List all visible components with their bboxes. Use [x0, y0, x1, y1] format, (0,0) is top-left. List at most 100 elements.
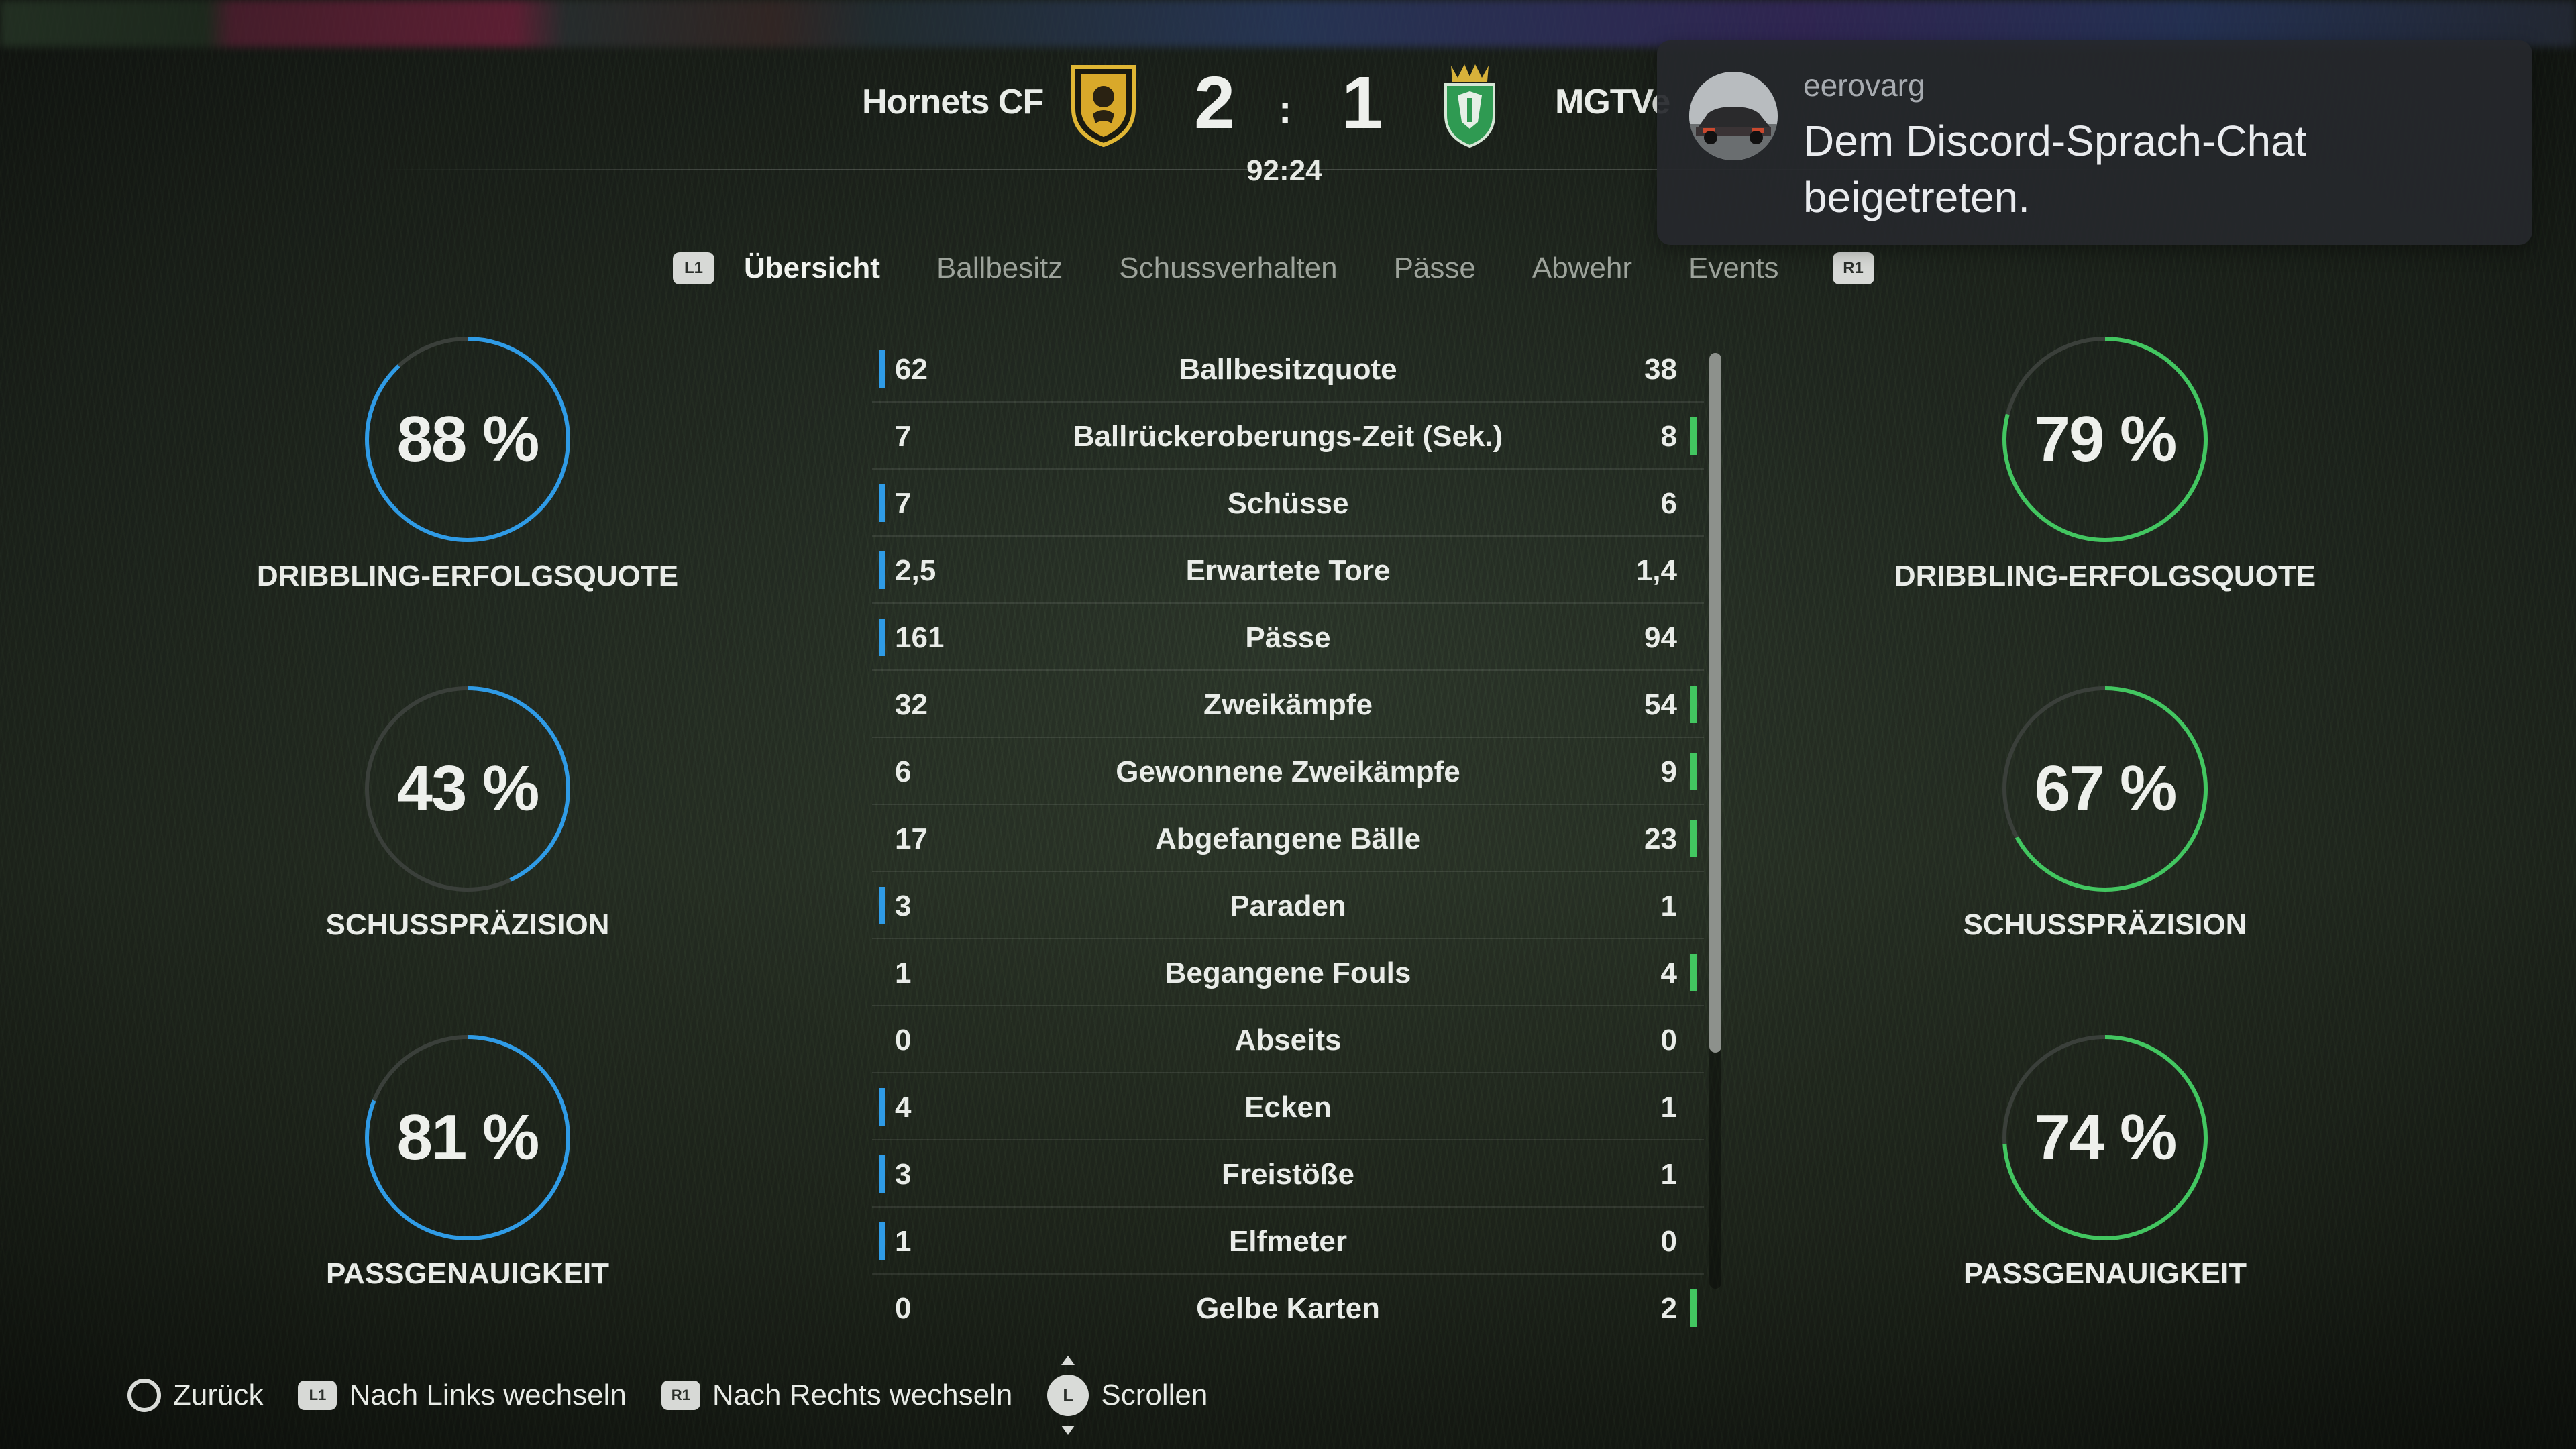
home-team-name: Hornets CF	[862, 83, 1044, 121]
stat-row: 0 Gelbe Karten 2	[872, 1275, 1704, 1340]
stat-label: Begangene Fouls	[1165, 957, 1411, 989]
stat-away-value: 94	[1644, 621, 1677, 654]
away-label-dribbling: DRIBBLING-ERFOLGSQUOTE	[1894, 559, 2316, 592]
stat-label: Paraden	[1230, 890, 1346, 922]
stat-row: 3 Freistöße 1	[872, 1140, 1704, 1208]
left-stick-label: L	[1063, 1385, 1074, 1405]
stat-label: Gewonnene Zweikämpfe	[1116, 755, 1460, 788]
back-control[interactable]: Zurück	[127, 1379, 263, 1412]
arrow-down-icon	[1061, 1426, 1075, 1435]
stat-away-value: 23	[1644, 822, 1677, 855]
stat-away-value: 0	[1660, 1024, 1677, 1057]
stat-label: Zweikämpfe	[1203, 688, 1373, 721]
away-lead-marker	[1690, 1289, 1697, 1327]
match-clock: 92:24	[1246, 154, 1322, 187]
stat-away-value: 0	[1660, 1225, 1677, 1258]
tab-schussverhalten[interactable]: Schussverhalten	[1119, 252, 1337, 285]
away-label-pass-accuracy: PASSGENAUIGKEIT	[1963, 1257, 2247, 1290]
away-lead-marker	[1690, 820, 1697, 857]
stat-row: 7 Ballrückeroberungs-Zeit (Sek.) 8	[872, 402, 1704, 470]
stat-away-value: 6	[1660, 487, 1677, 520]
stat-away-value: 1	[1660, 1091, 1677, 1124]
stat-label: Abgefangene Bälle	[1155, 822, 1421, 855]
home-score: 2	[1194, 62, 1236, 144]
away-crest-icon	[1438, 62, 1502, 149]
stat-away-value: 54	[1644, 688, 1677, 721]
home-crest-icon	[1070, 62, 1137, 149]
scroll-control[interactable]: L Scrollen	[1047, 1356, 1208, 1435]
ring-percent: 88 %	[396, 403, 540, 475]
stat-label: Gelbe Karten	[1196, 1292, 1380, 1325]
stat-row: 6 Gewonnene Zweikämpfe 9	[872, 738, 1704, 805]
ring-percent: 79 %	[2034, 403, 2178, 475]
stat-label: Abseits	[1234, 1024, 1342, 1057]
stats-tabs: L1 Übersicht Ballbesitz Schussverhalten …	[673, 241, 1874, 295]
scroll-label: Scrollen	[1101, 1379, 1208, 1411]
stat-label: Pässe	[1245, 621, 1331, 654]
stat-label: Freistöße	[1221, 1158, 1355, 1191]
l1-button-icon: L1	[298, 1381, 337, 1410]
stat-row: 1 Begangene Fouls 4	[872, 939, 1704, 1006]
away-ring-shot-accuracy: 67 %	[1998, 682, 2212, 896]
away-lead-marker	[1690, 417, 1697, 455]
tab-abwehr[interactable]: Abwehr	[1532, 252, 1632, 285]
ring-percent: 67 %	[2034, 753, 2178, 824]
stat-label: Schüsse	[1227, 487, 1349, 520]
tab-paesse[interactable]: Pässe	[1394, 252, 1476, 285]
switch-right-label: Nach Rechts wechseln	[712, 1379, 1013, 1411]
home-ring-pass-accuracy: 81 %	[360, 1030, 575, 1245]
stat-label: Ecken	[1244, 1091, 1332, 1124]
ring-percent: 74 %	[2034, 1102, 2178, 1173]
stat-row: 7 Schüsse 6	[872, 470, 1704, 537]
notification-message: Dem Discord-Sprach-Chat beigetreten.	[1803, 117, 2307, 221]
left-stick-icon: L	[1047, 1356, 1089, 1435]
stats-scrollbar[interactable]	[1709, 353, 1721, 1289]
stat-away-value: 4	[1660, 957, 1677, 989]
home-label-shot-accuracy: SCHUSSPRÄZISION	[325, 908, 610, 941]
stat-label: Elfmeter	[1228, 1225, 1348, 1258]
away-lead-marker	[1690, 954, 1697, 991]
switch-right-control[interactable]: R1 Nach Rechts wechseln	[661, 1379, 1013, 1412]
ring-percent: 81 %	[396, 1102, 540, 1173]
away-label-shot-accuracy: SCHUSSPRÄZISION	[1963, 908, 2247, 941]
stat-away-value: 1	[1660, 890, 1677, 922]
stat-away-value: 38	[1644, 353, 1677, 386]
tab-events[interactable]: Events	[1688, 252, 1779, 285]
stat-row: 0 Abseits 0	[872, 1006, 1704, 1073]
discord-notification[interactable]: eerovarg Dem Discord-Sprach-Chat beigetr…	[1657, 40, 2532, 245]
switch-left-label: Nach Links wechseln	[349, 1379, 627, 1411]
stat-row: 2,5 Erwartete Tore 1,4	[872, 537, 1704, 604]
stats-table[interactable]: 62 Ballbesitzquote 38 7 Ballrückeroberungs-Z…	[872, 335, 1704, 1340]
away-lead-marker	[1690, 686, 1697, 723]
scrollbar-thumb[interactable]	[1709, 353, 1721, 1053]
stat-away-value: 1	[1660, 1158, 1677, 1191]
away-score: 1	[1342, 62, 1383, 144]
circle-button-icon	[127, 1379, 161, 1412]
away-ring-dribbling: 79 %	[1998, 332, 2212, 547]
l1-button-icon[interactable]: L1	[673, 252, 714, 284]
arrow-up-icon	[1061, 1356, 1075, 1365]
home-label-pass-accuracy: PASSGENAUIGKEIT	[325, 1257, 610, 1290]
r1-button-icon[interactable]: R1	[1832, 252, 1874, 284]
ring-percent: 43 %	[396, 753, 540, 824]
stat-row: 32 Zweikämpfe 54	[872, 671, 1704, 738]
home-ring-shot-accuracy: 43 %	[360, 682, 575, 896]
stat-away-value: 8	[1660, 420, 1677, 453]
home-label-dribbling: DRIBBLING-ERFOLGSQUOTE	[256, 559, 679, 592]
controls-footer: Zurück L1 Nach Links wechseln R1 Nach Re…	[127, 1356, 1242, 1435]
notification-username: eerovarg	[1803, 68, 1925, 103]
car-avatar-icon	[1689, 72, 1778, 160]
stat-row: 161 Pässe 94	[872, 604, 1704, 671]
tab-ballbesitz[interactable]: Ballbesitz	[936, 252, 1063, 285]
tab-uebersicht[interactable]: Übersicht	[744, 252, 880, 285]
away-team-name: MGTVe	[1555, 83, 1670, 121]
away-lead-marker	[1690, 753, 1697, 790]
stat-label: Erwartete Tore	[1185, 554, 1391, 587]
stat-row: 3 Paraden 1	[872, 872, 1704, 939]
away-ring-pass-accuracy: 74 %	[1998, 1030, 2212, 1245]
stat-row: 17 Abgefangene Bälle 23	[872, 805, 1704, 872]
stat-away-value: 9	[1660, 755, 1677, 788]
switch-left-control[interactable]: L1 Nach Links wechseln	[298, 1379, 627, 1412]
stat-row: 4 Ecken 1	[872, 1073, 1704, 1140]
stat-row: 1 Elfmeter 0	[872, 1208, 1704, 1275]
